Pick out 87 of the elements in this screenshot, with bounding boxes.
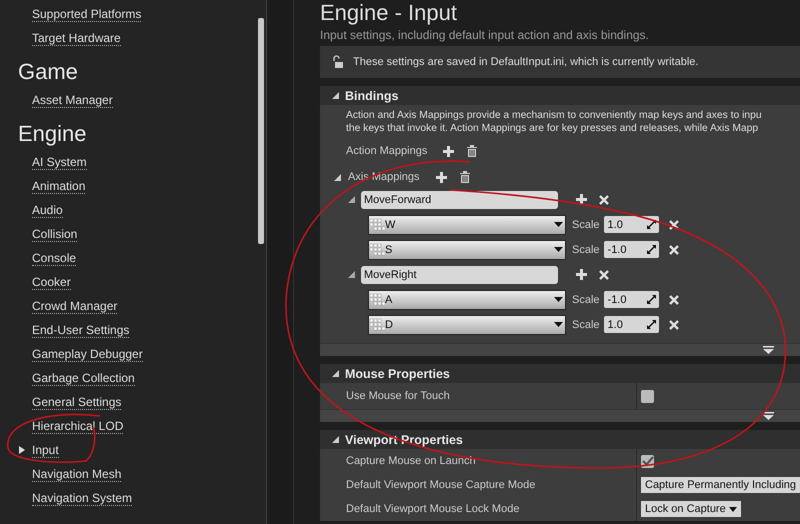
dropdown-arrow-icon [554,297,563,302]
key-dropdown[interactable]: W [368,214,566,234]
section-title: Mouse Properties [345,366,450,380]
property-label: Default Viewport Mouse Lock Mode [345,503,520,515]
property-label: Use Mouse for Touch [345,390,451,402]
axis-name-field[interactable]: MoveRight [361,266,558,284]
sidebar-link[interactable]: Navigation System [32,490,132,506]
dropdown-arrow-icon [554,222,563,227]
sidebar-link[interactable]: General Settings [32,394,122,410]
close-icon[interactable] [668,294,679,304]
keyboard-icon [369,242,385,256]
close-icon[interactable] [599,194,609,204]
sidebar-link[interactable]: Target Hardware [32,30,121,46]
dropdown[interactable]: Capture Permanently Including [641,477,800,493]
sidebar-link[interactable]: Supported Platforms [32,6,142,22]
axis-name-field[interactable]: MoveForward [361,190,558,208]
scale-input[interactable]: 1.0 [604,216,659,233]
drag-handle-icon[interactable] [646,320,656,329]
category-heading: Game [17,58,79,86]
trash-icon[interactable] [467,145,478,157]
scrollbar-thumb[interactable] [258,18,264,244]
sidebar-link[interactable]: End-User Settings [32,322,130,338]
unlocked-padlock-icon [332,55,344,69]
scale-input[interactable]: 1.0 [604,316,659,333]
dropdown-arrow-icon [554,247,563,252]
keyboard-icon [369,318,385,332]
section-header[interactable]: Mouse Properties [320,364,800,383]
expand-triangle-icon[interactable] [334,174,341,180]
close-icon[interactable] [668,220,679,230]
key-dropdown[interactable]: D [368,314,566,334]
drag-handle-icon[interactable] [646,295,656,304]
section-title: Viewport Properties [345,432,463,446]
keyboard-icon [369,292,385,306]
drag-handle-icon[interactable] [646,245,656,254]
checkbox[interactable] [641,390,654,402]
sidebar-link[interactable]: Animation [32,178,86,194]
expand-triangle-icon[interactable] [332,92,339,99]
scale-label: Scale [572,294,600,306]
sidebar-link[interactable]: Input [32,442,59,458]
close-icon[interactable] [668,244,679,254]
sidebar-link[interactable]: Gameplay Debugger [32,346,143,362]
expand-triangle-icon[interactable] [348,196,355,203]
dropdown[interactable]: Lock on Capture [641,501,741,517]
sidebar-link[interactable]: Console [32,250,76,266]
expand-triangle-icon[interactable] [332,370,339,377]
dropdown-arrow-icon [728,506,737,512]
notice-text: These settings are saved in DefaultInput.ini, which is currently writable. [353,56,698,68]
section-header[interactable]: Viewport Properties [320,430,800,449]
section-header[interactable]: Bindings [320,86,800,105]
sidebar-link[interactable]: Cooker [32,274,71,290]
page-title: Engine - Input [320,0,458,26]
expand-triangle-icon[interactable] [348,271,355,278]
dropdown-arrow-icon [554,322,563,327]
scale-label: Scale [572,244,600,256]
add-icon[interactable] [443,146,454,156]
property-label: Default Viewport Mouse Capture Mode [345,479,536,491]
section-title: Bindings [345,88,398,102]
key-dropdown[interactable]: A [368,290,566,310]
scale-input[interactable]: -1.0 [604,241,659,258]
expand-triangle-icon[interactable] [332,436,339,443]
sidebar-link[interactable]: Asset Manager [32,92,113,108]
close-icon[interactable] [668,320,679,330]
add-icon[interactable] [436,172,447,182]
scale-input[interactable]: -1.0 [604,291,659,308]
expand-more-icon[interactable] [763,346,774,354]
category-heading: Engine [17,120,88,148]
trash-icon[interactable] [460,171,470,183]
sidebar-link[interactable]: AI System [32,154,87,170]
add-icon[interactable] [576,194,587,205]
close-icon[interactable] [599,270,609,280]
scale-label: Scale [572,318,600,330]
expand-more-icon[interactable] [763,412,774,420]
add-icon[interactable] [576,269,587,280]
sidebar-link[interactable]: Hierarchical LOD [32,418,124,434]
sidebar-link[interactable]: Collision [32,226,78,242]
keyboard-icon [369,218,385,232]
scale-label: Scale [572,218,600,230]
key-dropdown[interactable]: S [368,240,566,260]
sidebar-link[interactable]: Navigation Mesh [32,466,122,482]
sidebar-link[interactable]: Audio [32,202,63,218]
property-label: Action Mappings [346,145,428,157]
bindings-description: Action and Axis Mappings provide a mechanism to conveniently map keys and axes to inpu the keys that invoke it. Action Mappings are for key presses and releases, while Axis Mapp [345,109,763,135]
drag-handle-icon[interactable] [646,220,656,229]
sidebar-link[interactable]: Crowd Manager [32,298,118,314]
sidebar-link[interactable]: Garbage Collection [32,370,135,386]
property-label: Capture Mouse on Launch [345,455,477,467]
page-description: Input settings, including default input action and axis bindings. [320,27,650,44]
